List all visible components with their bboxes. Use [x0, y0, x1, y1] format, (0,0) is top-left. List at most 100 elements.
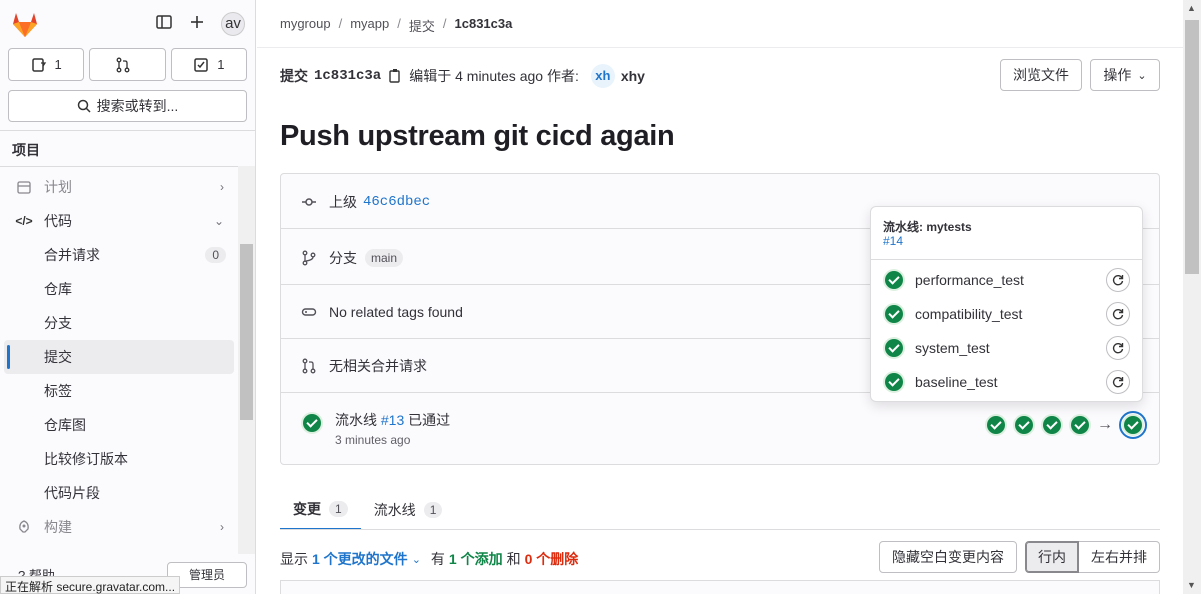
search-button[interactable]: 搜索或转到...	[8, 90, 247, 122]
user-avatar[interactable]: av	[221, 12, 245, 36]
job-name[interactable]: baseline_test	[915, 374, 998, 390]
merge-request-icon	[117, 57, 130, 72]
retry-button[interactable]	[1106, 336, 1130, 360]
sidebar-scrollbar-thumb[interactable]	[240, 244, 253, 420]
stage-success-icon[interactable]	[1041, 414, 1063, 436]
changed-files-dropdown[interactable]: 1 个更改的文件	[312, 549, 408, 569]
todo-count: 1	[217, 57, 225, 72]
sidebar-item-label: 构建	[44, 519, 72, 535]
parallel-view-button[interactable]: 左右并排	[1079, 541, 1160, 573]
issues-counter-button[interactable]: 1	[8, 48, 85, 81]
hide-whitespace-button[interactable]: 隐藏空白变更内容	[879, 541, 1017, 573]
stage-success-icon[interactable]	[1069, 414, 1091, 436]
tab-pipelines[interactable]: 流水线 1	[361, 490, 456, 530]
calendar-icon	[16, 179, 32, 195]
pipeline-time: 3 minutes ago	[335, 433, 411, 447]
pipeline-link[interactable]: #13	[381, 412, 404, 428]
tab-label: 变更	[293, 501, 321, 517]
sidebar-item-tags[interactable]: 标签	[0, 374, 238, 408]
author-avatar[interactable]: xh	[590, 64, 615, 88]
sidebar-item-label: 代码	[44, 213, 72, 229]
page-scrollbar[interactable]: ▲ ▼	[1183, 0, 1201, 594]
retry-button[interactable]	[1106, 268, 1130, 292]
retry-button[interactable]	[1106, 370, 1130, 394]
actions-label: 操作	[1103, 67, 1132, 83]
sidebar-item-code[interactable]: </> 代码 ⌄	[0, 204, 238, 238]
commit-sha: 1c831c3a	[314, 68, 382, 84]
page-scrollbar-thumb[interactable]	[1185, 20, 1199, 274]
scroll-down-arrow-icon[interactable]: ▼	[1187, 580, 1196, 590]
downstream-pipeline-stage[interactable]	[1119, 411, 1147, 439]
diff-and-label: 和	[506, 551, 521, 567]
parent-sha-link[interactable]: 46c6dbec	[363, 194, 430, 210]
retry-icon	[1112, 343, 1124, 354]
sidebar-item-plan[interactable]: 计划 ›	[0, 170, 238, 204]
code-icon: </>	[15, 214, 33, 228]
counters-row: 1 1	[8, 48, 247, 81]
browse-files-button[interactable]: 浏览文件	[1000, 59, 1082, 91]
section-title: 项目	[12, 142, 40, 158]
plus-icon[interactable]	[185, 12, 209, 36]
merge-requests-counter-button[interactable]	[89, 48, 166, 81]
status-success-icon	[883, 337, 905, 359]
sidebar-item-label: 标签	[44, 383, 72, 399]
job-name[interactable]: performance_test	[915, 272, 1024, 288]
search-icon	[77, 99, 91, 113]
rocket-icon	[16, 519, 32, 535]
diff-has-label: 有	[430, 551, 445, 567]
divider	[257, 47, 1183, 48]
job-name[interactable]: system_test	[915, 340, 990, 356]
author-name[interactable]: xhy	[621, 68, 645, 84]
tab-changes[interactable]: 变更 1	[280, 490, 361, 530]
branch-chip[interactable]: main	[365, 249, 404, 267]
retry-icon	[1112, 377, 1124, 388]
copy-icon[interactable]	[387, 68, 403, 84]
diff-file-header	[280, 580, 1160, 594]
retry-button[interactable]	[1106, 302, 1130, 326]
breadcrumb-current[interactable]: 1c831c3a	[455, 16, 513, 35]
sidebar-item-label: 提交	[44, 349, 72, 365]
divider	[0, 166, 255, 167]
breadcrumb-item[interactable]: myapp	[350, 16, 389, 35]
sidebar-item-compare[interactable]: 比较修订版本	[0, 442, 238, 476]
chevron-right-icon: ›	[220, 180, 224, 194]
gitlab-logo-icon[interactable]	[10, 10, 40, 38]
commit-icon	[301, 194, 317, 210]
actions-dropdown[interactable]: 操作 ⌄	[1090, 59, 1160, 91]
commit-meta: 提交 1c831c3a 编辑于 4 minutes ago 作者: xh xhy	[280, 64, 645, 88]
stage-success-icon[interactable]	[985, 414, 1007, 436]
job-item[interactable]: performance_test	[883, 266, 1130, 294]
sidebar-item-merge-requests[interactable]: 合并请求 0	[0, 238, 238, 272]
job-item[interactable]: baseline_test	[883, 368, 1130, 396]
sidebar-item-snippets[interactable]: 代码片段	[0, 476, 238, 510]
stage-success-icon[interactable]	[1013, 414, 1035, 436]
job-item[interactable]: system_test	[883, 334, 1130, 362]
status-success-icon[interactable]	[301, 412, 323, 434]
sidebar-item-build[interactable]: 构建 ›	[0, 510, 238, 544]
inline-view-button[interactable]: 行内	[1025, 541, 1079, 573]
commit-tabs: 变更 1 流水线 1	[280, 490, 455, 530]
popover-title: 流水线: mytests	[883, 220, 972, 234]
diff-show-label: 显示	[280, 551, 308, 567]
branch-icon	[301, 250, 317, 266]
todos-counter-button[interactable]: 1	[170, 48, 247, 81]
scroll-up-arrow-icon[interactable]: ▲	[1187, 3, 1196, 13]
job-item[interactable]: compatibility_test	[883, 300, 1130, 328]
sidebar-toggle-icon[interactable]	[152, 12, 176, 36]
todo-icon	[194, 57, 208, 72]
tag-icon	[301, 304, 317, 320]
breadcrumb-item[interactable]: mygroup	[280, 16, 331, 35]
sidebar-item-commits[interactable]: 提交	[4, 340, 234, 374]
sidebar-scrollbar[interactable]	[238, 166, 255, 554]
sidebar-item-repo-graph[interactable]: 仓库图	[0, 408, 238, 442]
chevron-down-icon[interactable]: ⌄	[412, 553, 421, 566]
sidebar-item-repository[interactable]: 仓库	[0, 272, 238, 306]
sidebar-item-label: 合并请求	[44, 247, 100, 263]
popover-pipeline-link[interactable]: #14	[883, 234, 903, 248]
diff-summary: 显示 1 个更改的文件 ⌄ 有 1 个添加 和 0 个删除	[280, 549, 578, 569]
breadcrumb-item[interactable]: 提交	[409, 16, 435, 35]
retry-icon	[1112, 275, 1124, 286]
status-success-icon	[883, 303, 905, 325]
sidebar-item-branches[interactable]: 分支	[0, 306, 238, 340]
job-name[interactable]: compatibility_test	[915, 306, 1022, 322]
